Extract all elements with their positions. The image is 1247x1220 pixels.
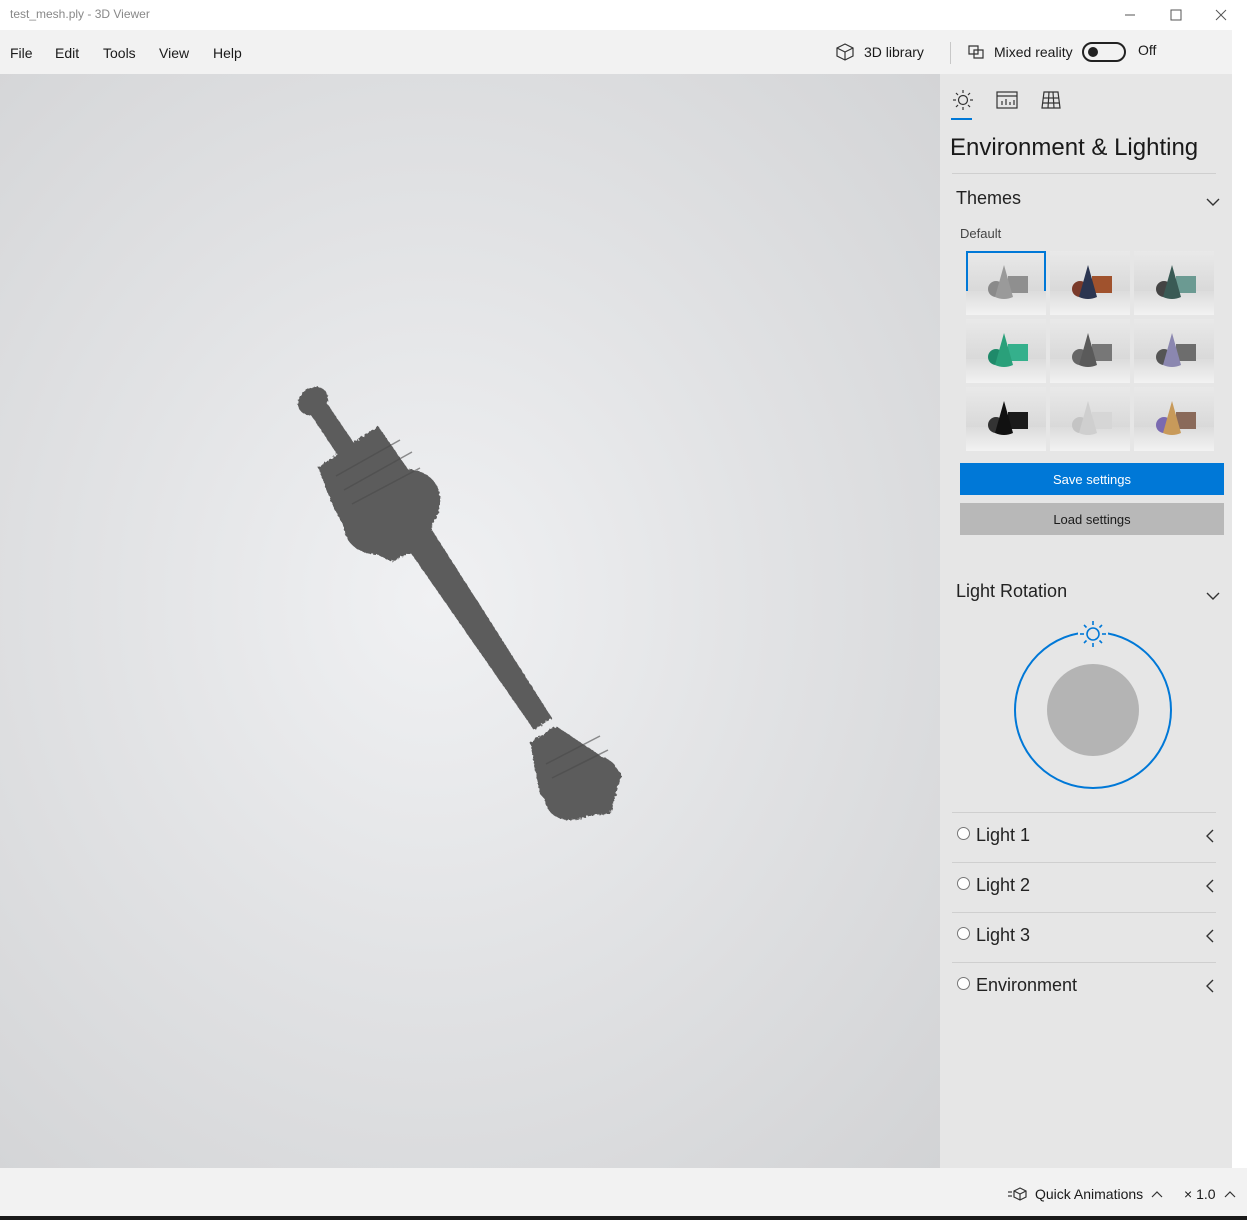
theme-thumbnail[interactable] [966,319,1046,383]
tab-stats[interactable] [995,88,1019,112]
toggle-knob [1088,47,1098,57]
light-1-radio[interactable] [957,827,970,840]
minimize-button[interactable] [1107,0,1153,30]
mixed-reality-state: Off [1138,42,1157,58]
minimize-icon [1125,14,1135,16]
animation-speed-label: × 1.0 [1184,1186,1216,1202]
lighting-icon [953,90,973,110]
menu-file[interactable]: File [10,45,33,61]
grid-icon [1041,91,1061,109]
toolbar-divider [950,42,951,64]
divider [952,173,1216,174]
theme-thumbnail[interactable] [966,251,1046,315]
animation-speed-button[interactable]: × 1.0 [1184,1186,1236,1202]
chevron-up-icon [1224,1191,1235,1198]
chevron-left-icon [1206,829,1214,848]
light-rotation-title[interactable]: Light Rotation [956,581,1067,602]
theme-thumbnail[interactable] [1050,251,1130,315]
light-2-row[interactable]: Light 2 [952,862,1216,912]
tab-lighting[interactable] [951,88,975,112]
theme-thumbnail[interactable] [1134,251,1214,315]
theme-thumbnail[interactable] [1050,387,1130,451]
environment-panel: Environment & Lighting Themes Default Sa… [940,74,1232,1168]
mixed-reality-icon [968,45,984,59]
chevron-left-icon [1206,979,1214,998]
themes-title[interactable]: Themes [956,188,1021,209]
rotation-sphere [1047,664,1139,756]
chevron-left-icon [1206,879,1214,898]
chevron-left-icon [1206,929,1214,948]
mixed-reality-toggle[interactable] [1082,42,1126,62]
light-3-label: Light 3 [976,925,1031,945]
window-title: test_mesh.ply - 3D Viewer [10,7,150,21]
tab-grid[interactable] [1039,88,1063,112]
quick-animations-button[interactable]: Quick Animations [1007,1186,1163,1202]
active-tab-indicator [951,118,972,120]
light-rotation-collapse-button[interactable] [1206,588,1220,606]
menu-bar: File Edit Tools View Help 3D library Mix… [0,30,1247,74]
close-icon [1215,9,1227,21]
close-button[interactable] [1198,0,1244,30]
window-bottom-border [0,1216,1247,1220]
stats-icon [996,91,1018,109]
save-settings-button[interactable]: Save settings [960,463,1224,495]
light-1-label: Light 1 [976,825,1031,845]
theme-thumbnail[interactable] [966,387,1046,451]
chevron-down-icon [1206,592,1220,600]
menu-edit[interactable]: Edit [55,45,79,61]
chevron-up-icon [1151,1191,1163,1198]
maximize-icon [1170,9,1182,21]
menu-tools[interactable]: Tools [103,45,136,61]
viewport[interactable] [0,74,940,1168]
themes-collapse-button[interactable] [1206,194,1220,212]
library-button[interactable]: 3D library [835,42,924,62]
light-rotation-dial[interactable] [1012,618,1174,803]
theme-thumbnail[interactable] [1134,319,1214,383]
menu-help[interactable]: Help [213,45,242,61]
cube-icon [836,43,854,61]
maximize-button[interactable] [1153,0,1199,30]
panel-heading: Environment & Lighting [950,134,1199,161]
environment-label: Environment [976,975,1078,995]
menu-view[interactable]: View [159,45,189,61]
library-label: 3D library [864,44,924,60]
environment-row[interactable]: Environment [952,962,1216,1012]
load-settings-button[interactable]: Load settings [960,503,1224,535]
mixed-reality-button[interactable]: Mixed reality [966,42,1073,62]
light-2-label: Light 2 [976,875,1031,895]
light-3-row[interactable]: Light 3 [952,912,1216,962]
light-3-radio[interactable] [957,927,970,940]
theme-thumbnail[interactable] [1050,319,1130,383]
mixed-reality-label: Mixed reality [994,44,1073,60]
chevron-down-icon [1206,198,1220,206]
panel-scroll-edge [1232,30,1247,1220]
light-1-row[interactable]: Light 1 [952,812,1216,862]
theme-thumbnail[interactable] [1134,387,1214,451]
selected-theme-label: Default [960,226,1002,241]
light-2-radio[interactable] [957,877,970,890]
theme-grid [966,251,1216,453]
quick-animations-label: Quick Animations [1035,1186,1144,1202]
environment-radio[interactable] [957,977,970,990]
animation-cube-icon [1008,1187,1027,1201]
title-bar: test_mesh.ply - 3D Viewer [0,0,1247,30]
model-render [297,387,622,821]
status-bar: Quick Animations × 1.0 [0,1168,1247,1220]
